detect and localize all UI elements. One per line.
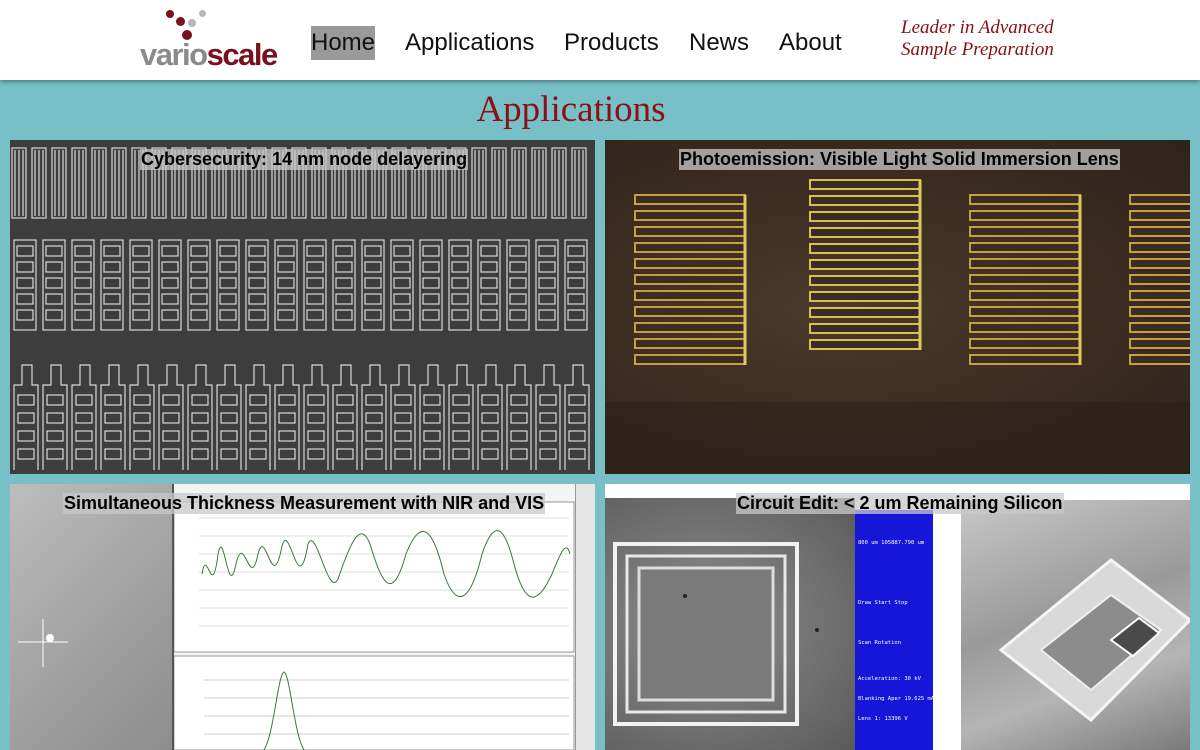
nav-about[interactable]: About xyxy=(779,26,842,60)
application-tile-circuit-edit[interactable]: 800 um 105887.790 um Draw Start Stop Sca… xyxy=(605,484,1190,750)
logo-wordmark: varioscale xyxy=(140,37,278,72)
tagline: Leader in Advanced Sample Preparation xyxy=(901,17,1054,61)
application-tile-thickness[interactable]: Simultaneous Thickness Measurement with … xyxy=(10,484,595,750)
photoemission-image xyxy=(605,179,1190,474)
tile-caption: Simultaneous Thickness Measurement with … xyxy=(63,493,546,514)
tagline-line-1: Leader in Advanced xyxy=(901,17,1054,38)
nav-products[interactable]: Products xyxy=(564,26,659,60)
tile-caption: Cybersecurity: 14 nm node delayering xyxy=(140,149,469,170)
nav-applications[interactable]: Applications xyxy=(405,26,534,60)
tagline-line-2: Sample Preparation xyxy=(901,39,1054,60)
varioscale-logo[interactable]: varioscale xyxy=(140,8,280,72)
tile-caption: Circuit Edit: < 2 um Remaining Silicon xyxy=(736,493,1064,514)
circuit-edit-sem-image xyxy=(605,498,855,750)
fib-control-panel: 800 um 105887.790 um Draw Start Stop Sca… xyxy=(855,510,934,750)
delayering-sem-image xyxy=(11,147,590,470)
nav-home[interactable]: Home xyxy=(311,26,376,60)
site-header: varioscale Home Applications Products Ne… xyxy=(0,0,1200,80)
trench-sem-image xyxy=(961,500,1190,750)
application-tile-photoemission[interactable]: Photoemission: Visible Light Solid Immer… xyxy=(605,140,1190,474)
tile-caption: Photoemission: Visible Light Solid Immer… xyxy=(679,149,1120,170)
spectrum-plots xyxy=(172,484,584,750)
page-title: Applications xyxy=(476,89,666,130)
settings-panel xyxy=(575,484,595,750)
ir-camera-view xyxy=(10,484,172,750)
nav-news[interactable]: News xyxy=(689,26,749,60)
application-tile-cybersecurity[interactable]: Cybersecurity: 14 nm node delayering xyxy=(10,140,595,474)
